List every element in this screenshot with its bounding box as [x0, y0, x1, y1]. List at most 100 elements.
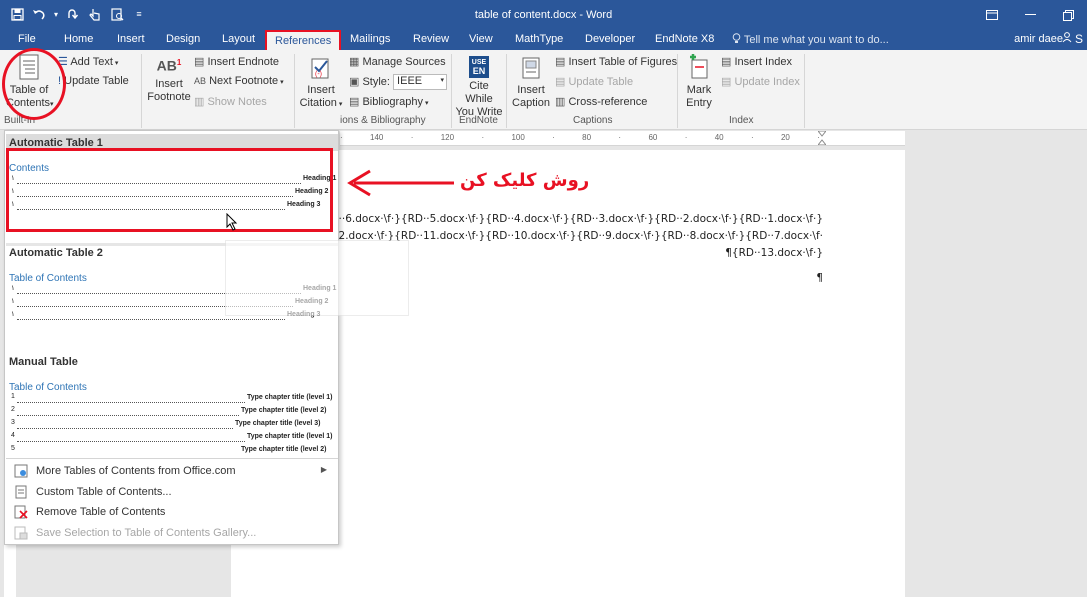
- insert-table-of-figures-button[interactable]: ▤ Insert Table of Figures: [555, 55, 677, 68]
- lightbulb-icon: [732, 33, 744, 46]
- toc-entry-leader: [17, 415, 239, 416]
- mark-entry-label-2: Entry: [686, 97, 712, 109]
- toc-entry-text: Type chapter title (level 1): [247, 394, 333, 401]
- manage-sources-icon: ▦: [349, 56, 360, 68]
- insert-footnote-button[interactable]: AB1 Insert Footnote: [146, 56, 192, 104]
- tab-developer[interactable]: Developer: [585, 33, 635, 45]
- endnote-badge-bottom: EN: [472, 66, 486, 76]
- menu-separator: [6, 458, 338, 459]
- tab-insert[interactable]: Insert: [117, 33, 145, 45]
- insert-endnote-icon: ▤: [194, 56, 205, 68]
- update-tof-icon: ▤: [555, 76, 566, 88]
- toc-entry-number: 2: [11, 406, 15, 413]
- update-table-figures-button[interactable]: ▤ Update Table: [555, 75, 633, 88]
- menu-item-label: Custom Table of Contents...: [36, 485, 172, 498]
- gallery-header-manual: Manual Table: [9, 356, 78, 368]
- ruler-tick-label: ·: [684, 133, 688, 142]
- tab-layout[interactable]: Layout: [222, 33, 255, 45]
- insert-endnote-button[interactable]: ▤ Insert Endnote: [194, 55, 279, 68]
- minimize-icon[interactable]: [1011, 0, 1049, 30]
- tab-home[interactable]: Home: [64, 33, 93, 45]
- office-com-icon: [13, 463, 29, 479]
- insert-citation-button[interactable]: (-) Insert Citation ▾: [298, 56, 344, 111]
- insert-endnote-label: Insert Endnote: [207, 56, 280, 68]
- cite-while-label-1: Cite While: [465, 80, 493, 105]
- update-tof-label: Update Table: [568, 76, 634, 88]
- next-footnote-dropdown-icon: ▾: [278, 79, 284, 86]
- insert-citation-label-1: Insert: [307, 84, 335, 96]
- toc-preview-lines: 1 Type chapter title (level 1) 2 Type chapt…: [9, 393, 335, 454]
- toc-entry-text: Type chapter title (level 3): [235, 420, 321, 427]
- tab-file[interactable]: File: [18, 33, 36, 45]
- tab-view[interactable]: View: [469, 33, 493, 45]
- show-notes-button[interactable]: ▥ Show Notes: [194, 95, 267, 108]
- tab-mathtype[interactable]: MathType: [515, 33, 563, 45]
- ribbon-display-options-icon[interactable]: [973, 0, 1011, 30]
- menu-item-custom-table-of-contents[interactable]: Custom Table of Contents...: [13, 483, 333, 501]
- ribbon-separator: [294, 54, 295, 128]
- cross-reference-button[interactable]: ▥ Cross-reference: [555, 95, 647, 108]
- toc-entry-leader: [17, 428, 233, 429]
- title-bar: ▾ ≡ table of content.docx - Word: [0, 0, 1087, 30]
- save-selection-icon: [13, 525, 29, 541]
- style-dropdown-icon: ▾: [440, 77, 445, 84]
- horizontal-ruler[interactable]: · 140 · 120 · 100 · 80 · 60 · 40 · 20 ·: [340, 130, 905, 146]
- ruler-tick-label: ·: [618, 133, 622, 142]
- next-footnote-button[interactable]: AB Next Footnote ▾: [194, 75, 284, 87]
- ruler-indent-marker-icon[interactable]: [816, 130, 828, 146]
- toc-preview-entry: 1 Type chapter title (level 1): [9, 393, 335, 406]
- menu-item-save-selection-to-table-of-contents-gallery[interactable]: Save Selection to Table of Contents Gall…: [13, 524, 333, 542]
- menu-item-remove-table-of-contents[interactable]: Remove Table of Contents: [13, 503, 333, 521]
- ruler-tick-label: ·: [481, 133, 485, 142]
- restore-icon[interactable]: [1049, 0, 1087, 30]
- toc-entry-text: Type chapter title (level 2): [241, 446, 327, 453]
- update-index-button[interactable]: ▤ Update Index: [721, 75, 800, 88]
- add-text-button[interactable]: ☰ Add Text ▾: [58, 55, 118, 68]
- group-label-endnote: EndNote: [459, 115, 498, 126]
- ruler-tick-label: 60: [648, 133, 658, 142]
- tab-references[interactable]: References: [265, 30, 342, 50]
- cite-while-you-write-button[interactable]: USE EN Cite While You Write: [454, 56, 504, 119]
- ruler-ticks: · 140 · 120 · 100 · 80 · 60 · 40 · 20 ·: [340, 133, 820, 142]
- add-text-dropdown-icon: ▾: [112, 60, 119, 67]
- toc-entry-number: ١: [11, 298, 15, 305]
- style-select[interactable]: IEEE ▾: [393, 74, 448, 90]
- toc-entry-text: Type chapter title (level 2): [241, 407, 327, 414]
- menu-item-more-tables-of-contents-from-office-com[interactable]: More Tables of Contents from Office.com ▶: [13, 462, 333, 480]
- toc-option-manual[interactable]: Table of Contents 1 Type chapter title (l…: [9, 382, 335, 454]
- bibliography-icon: ▤: [349, 96, 360, 108]
- manage-sources-button[interactable]: ▦ Manage Sources: [349, 55, 446, 68]
- ruler-tick-label: ·: [750, 133, 754, 142]
- toc-preview-title: Table of Contents: [9, 382, 87, 393]
- bibliography-button[interactable]: ▤ Bibliography ▾: [349, 95, 428, 108]
- ruler-tick-label: ·: [552, 133, 555, 142]
- insert-index-button[interactable]: ▤ Insert Index: [721, 55, 792, 68]
- tell-me-box[interactable]: Tell me what you want to do...: [732, 33, 889, 46]
- show-notes-label: Show Notes: [207, 96, 267, 108]
- style-value: IEEE: [397, 75, 423, 87]
- toc-entry-leader: [17, 441, 245, 442]
- insert-citation-dropdown-icon: ▾: [336, 101, 343, 108]
- insert-caption-label-2: Caption: [512, 97, 550, 109]
- tab-mailings[interactable]: Mailings: [350, 33, 390, 45]
- insert-tof-label: Insert Table of Figures: [568, 56, 678, 68]
- user-name[interactable]: amir daee: [1014, 33, 1063, 45]
- paragraph-mark: ¶: [816, 272, 823, 284]
- toc-entry-number: 3: [11, 419, 15, 426]
- ruler-tick-label: 20: [780, 133, 790, 142]
- insert-caption-button[interactable]: Insert Caption: [509, 56, 553, 110]
- ruler-tick-label: 80: [582, 133, 592, 142]
- tab-design[interactable]: Design: [166, 33, 200, 45]
- share-user-icon[interactable]: S: [1062, 32, 1083, 46]
- menu-item-label: Remove Table of Contents: [36, 506, 166, 518]
- tab-review[interactable]: Review: [413, 33, 449, 45]
- tab-endnote[interactable]: EndNote X8: [655, 33, 714, 45]
- group-label-citations: ions & Bibliography: [340, 115, 426, 126]
- next-footnote-label: Next Footnote: [209, 75, 279, 87]
- update-table-button[interactable]: ! Update Table: [58, 75, 129, 87]
- annotation-text: روش کلیک کن: [460, 170, 590, 191]
- next-footnote-icon: AB: [194, 76, 207, 86]
- mark-entry-button[interactable]: Mark Entry: [680, 54, 718, 110]
- toc-preview-entry: 4 Type chapter title (level 1): [9, 432, 335, 445]
- toc-entry-leader: [17, 319, 285, 320]
